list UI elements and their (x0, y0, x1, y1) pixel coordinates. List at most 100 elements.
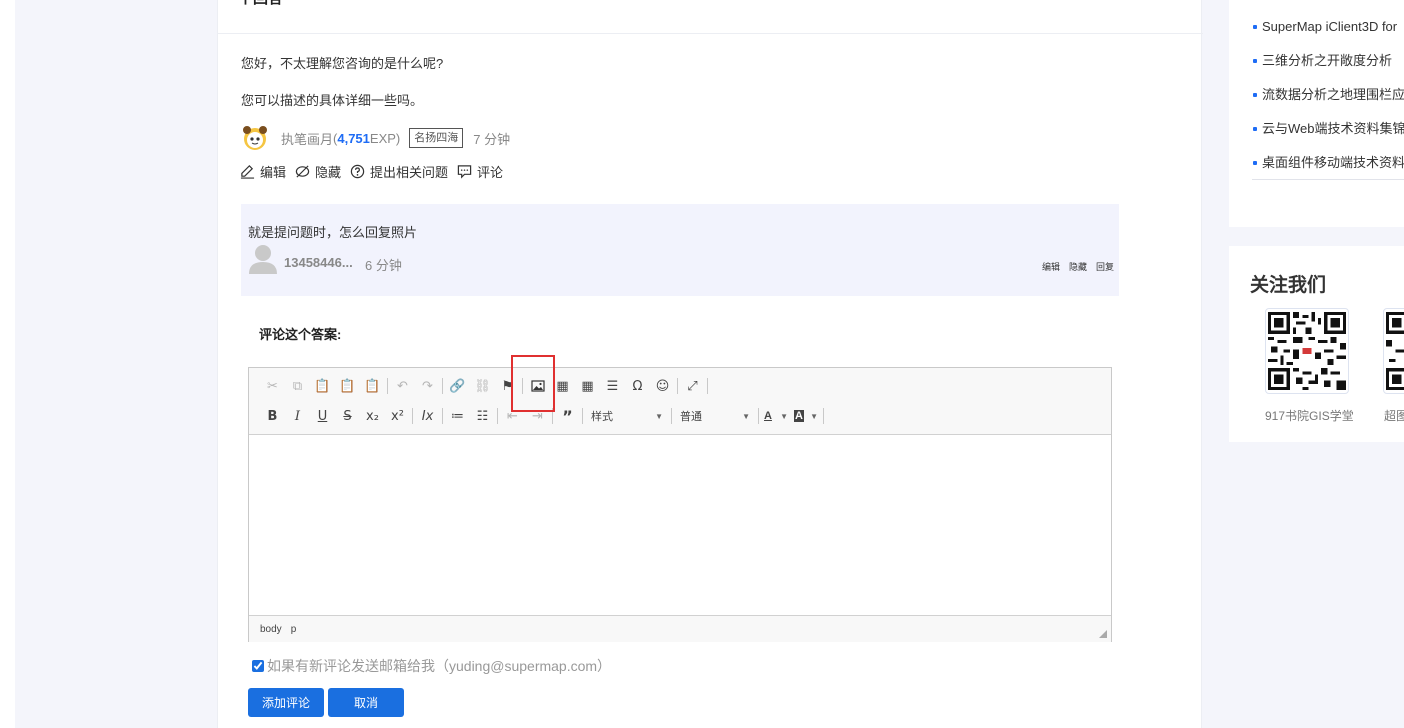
bold-icon[interactable]: B (260, 405, 285, 427)
toolbar-separator (442, 378, 443, 394)
font-color-label: A (764, 410, 772, 422)
eye-slash-icon (295, 165, 310, 178)
toolbar-separator (758, 408, 759, 424)
edit-label: 编辑 (260, 165, 287, 180)
link-icon[interactable]: 🔗 (445, 375, 470, 397)
cut-icon[interactable]: ✂ (260, 375, 285, 397)
author-name[interactable]: 执笔画月 (281, 129, 333, 148)
add-comment-button[interactable]: 添加评论 (248, 688, 324, 717)
question-circle-icon (350, 164, 365, 179)
numbered-list-icon[interactable]: ≔ (445, 405, 470, 427)
panda-avatar-icon[interactable] (241, 124, 269, 152)
article-link[interactable]: 三维分析之开敞度分析 (1252, 52, 1404, 86)
editor-content-area[interactable] (249, 435, 1111, 615)
comment-actions: 编辑 隐藏 回复 (1042, 260, 1114, 273)
email-notify-label: 如果有新评论发送邮箱给我（yuding@supermap.com） (267, 658, 612, 674)
toolbar-separator (497, 408, 498, 424)
paste-text-icon[interactable]: 📋 (335, 375, 360, 397)
qr-label: 917书院GIS学堂 (1265, 409, 1354, 423)
toolbar-separator (582, 408, 583, 424)
follow-us-title: 关注我们 (1250, 275, 1327, 296)
resize-grip-icon[interactable] (1099, 630, 1107, 638)
article-link[interactable]: SuperMap iClient3D for (1252, 18, 1404, 52)
answer-paragraph: 您好，不太理解您咨询的是什么呢? (241, 56, 444, 71)
divider (1252, 179, 1404, 180)
edit-comment-link[interactable]: 编辑 (1042, 260, 1060, 273)
horizontal-rule-icon[interactable]: ☰ (600, 375, 625, 397)
underline-icon[interactable]: U (310, 405, 335, 427)
copy-icon[interactable]: ⧉ (285, 375, 310, 397)
related-articles-list: SuperMap iClient3D for 三维分析之开敞度分析 流数据分析之… (1252, 18, 1404, 188)
undo-icon[interactable]: ↶ (390, 375, 415, 397)
answer-card: 个回答 您好，不太理解您咨询的是什么呢? 您可以描述的具体详细一些吗。 执笔画月… (217, 0, 1203, 728)
editor-toolbar: ✂ ⧉ 📋 📋 📋 ↶ ↷ 🔗 ⛓ ⚑ ▦ ▦ ☰ Ω ☺ ⤢ B I U S … (249, 368, 1111, 435)
ask-related-label: 提出相关问题 (370, 165, 449, 180)
qr-code-icon (1386, 312, 1404, 390)
toolbar-separator (671, 408, 672, 424)
divider (218, 33, 1203, 34)
comment-item: 就是提问题时，怎么回复照片 13458446... 6 分钟 编辑 隐藏 回复 (241, 204, 1119, 296)
italic-icon[interactable]: I (285, 405, 310, 427)
article-link[interactable]: 桌面组件移动端技术资料集 (1252, 154, 1404, 188)
comment-label: 评论 (477, 165, 504, 180)
toolbar-separator (677, 378, 678, 394)
answer-paragraph: 您可以描述的具体详细一些吗。 (241, 93, 424, 108)
bg-color-button[interactable]: A ▼ (791, 406, 821, 426)
editor-statusbar: body p (249, 615, 1111, 642)
styles-dropdown[interactable]: 样式 ▼ (585, 406, 669, 426)
table-icon[interactable]: ▦ (575, 375, 600, 397)
rank-badge: 名扬四海 (409, 128, 464, 148)
comment-form-label: 评论这个答案: (259, 327, 342, 342)
paste-icon[interactable]: 📋 (310, 375, 335, 397)
toolbar-row: ✂ ⧉ 📋 📋 📋 ↶ ↷ 🔗 ⛓ ⚑ ▦ ▦ ☰ Ω ☺ ⤢ (260, 375, 710, 397)
pencil-icon (240, 165, 255, 179)
chevron-down-icon: ▼ (780, 411, 788, 421)
email-notify-row[interactable]: 如果有新评论发送邮箱给我（yuding@supermap.com） (252, 656, 611, 676)
comment-text: 就是提问题时，怎么回复照片 (248, 225, 418, 240)
toolbar-separator (823, 408, 824, 424)
font-color-button[interactable]: A ▼ (761, 406, 791, 426)
unlink-icon[interactable]: ⛓ (470, 375, 495, 397)
article-link[interactable]: 云与Web端技术资料集锦 (1252, 120, 1404, 154)
hide-comment-link[interactable]: 隐藏 (1069, 260, 1087, 273)
answer-actions: 编辑 隐藏 提出相关问题 评论 (240, 162, 512, 181)
follow-us-card: 关注我们 917书院GIS学堂 超图 (1229, 246, 1404, 442)
author-exp-suffix: EXP) (369, 130, 401, 146)
default-avatar-icon[interactable] (248, 242, 278, 274)
cancel-button[interactable]: 取消 (328, 688, 404, 717)
comment-button[interactable]: 评论 (457, 162, 503, 181)
bg-color-label: A (794, 410, 804, 422)
chevron-down-icon: ▼ (655, 411, 663, 421)
hide-answer-button[interactable]: 隐藏 (295, 162, 341, 181)
superscript-icon[interactable]: x² (385, 405, 410, 427)
left-gutter (0, 0, 15, 728)
maximize-icon[interactable]: ⤢ (680, 375, 705, 397)
path-element-body[interactable]: body (260, 624, 282, 635)
comment-time: 6 分钟 (365, 258, 402, 273)
redo-icon[interactable]: ↷ (415, 375, 440, 397)
smiley-icon[interactable]: ☺ (650, 375, 675, 397)
strikethrough-icon[interactable]: S (335, 405, 360, 427)
qr-label: 超图 (1384, 409, 1404, 423)
format-dropdown[interactable]: 普通 ▼ (674, 406, 756, 426)
image-button-highlight (511, 355, 555, 412)
article-link[interactable]: 流数据分析之地理围栏应用 (1252, 86, 1404, 120)
bulleted-list-icon[interactable]: ☷ (470, 405, 495, 427)
answers-heading: 个回答 (238, 0, 283, 8)
blockquote-icon[interactable]: ” (555, 405, 580, 427)
paste-word-icon[interactable]: 📋 (360, 375, 385, 397)
path-element-p[interactable]: p (291, 624, 297, 635)
toolbar-separator (707, 378, 708, 394)
comment-username[interactable]: 13458446... (284, 255, 353, 270)
hide-label: 隐藏 (315, 165, 342, 180)
qr-code-image (1383, 308, 1404, 394)
remove-format-icon[interactable]: Ix (415, 405, 440, 427)
format-dropdown-label: 普通 (680, 411, 702, 423)
related-articles-card: SuperMap iClient3D for 三维分析之开敞度分析 流数据分析之… (1229, 0, 1404, 227)
subscript-icon[interactable]: x₂ (360, 405, 385, 427)
reply-comment-link[interactable]: 回复 (1096, 260, 1114, 273)
email-notify-checkbox[interactable] (252, 660, 264, 672)
ask-related-button[interactable]: 提出相关问题 (350, 162, 448, 181)
edit-answer-button[interactable]: 编辑 (240, 162, 286, 181)
special-char-icon[interactable]: Ω (625, 375, 650, 397)
